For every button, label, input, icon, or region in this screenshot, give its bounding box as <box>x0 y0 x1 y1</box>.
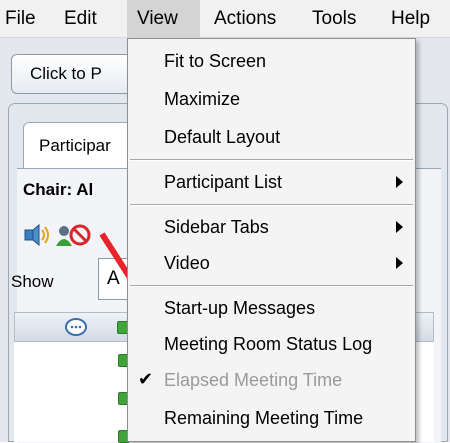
menu-separator <box>130 159 413 161</box>
menu-item-startup-messages[interactable]: Start-up Messages <box>128 289 415 327</box>
no-symbol-icon <box>69 224 91 246</box>
menu-item-label: Default Layout <box>164 127 281 147</box>
menu-item-sidebar-tabs[interactable]: Sidebar Tabs <box>128 208 415 246</box>
menu-item-label: Remaining Meeting Time <box>164 408 364 428</box>
menu-item-maximize[interactable]: Maximize <box>128 80 415 118</box>
menu-item-fit-to-screen[interactable]: Fit to Screen <box>128 42 415 80</box>
menu-item-label: Sidebar Tabs <box>164 217 269 237</box>
menu-item-label: Video <box>164 253 210 273</box>
show-label: Show <box>11 272 54 291</box>
menu-item-label: Elapsed Meeting Time <box>164 370 343 390</box>
chat-icon <box>65 318 87 336</box>
menu-item-default-layout[interactable]: Default Layout <box>128 118 415 156</box>
menu-item-label: Start-up Messages <box>164 298 316 318</box>
menu-item-participant-list[interactable]: Participant List <box>128 163 415 201</box>
submenu-arrow-icon <box>396 221 403 233</box>
menu-separator <box>130 204 413 206</box>
speaker-icon[interactable] <box>24 223 49 247</box>
menu-item-remaining-meeting-time[interactable]: Remaining Meeting Time <box>128 399 415 437</box>
menu-item-label: Maximize <box>164 89 241 109</box>
menu-item-meeting-room-status-log[interactable]: Meeting Room Status Log <box>128 325 415 363</box>
menu-bar: File Edit View Actions Tools Help <box>0 0 450 38</box>
check-icon: ✔ <box>138 369 154 390</box>
menu-item-elapsed-meeting-time[interactable]: ✔ Elapsed Meeting Time <box>128 361 415 399</box>
menu-file[interactable]: File <box>5 0 36 38</box>
menu-actions[interactable]: Actions <box>214 0 276 38</box>
menu-tools[interactable]: Tools <box>312 0 356 38</box>
menu-separator <box>130 285 413 287</box>
submenu-arrow-icon <box>396 176 403 188</box>
menu-edit[interactable]: Edit <box>64 0 97 38</box>
menu-item-label: Participant List <box>164 172 283 192</box>
submenu-arrow-icon <box>396 257 403 269</box>
menu-item-label: Fit to Screen <box>164 51 267 71</box>
menu-item-video[interactable]: Video <box>128 244 415 282</box>
menu-item-label: Meeting Room Status Log <box>164 334 373 354</box>
view-menu-dropdown: Fit to Screen Maximize Default Layout Pa… <box>127 38 416 442</box>
menu-view[interactable]: View <box>127 0 200 38</box>
chair-label: Chair: Al <box>23 180 94 199</box>
menu-help[interactable]: Help <box>391 0 430 38</box>
